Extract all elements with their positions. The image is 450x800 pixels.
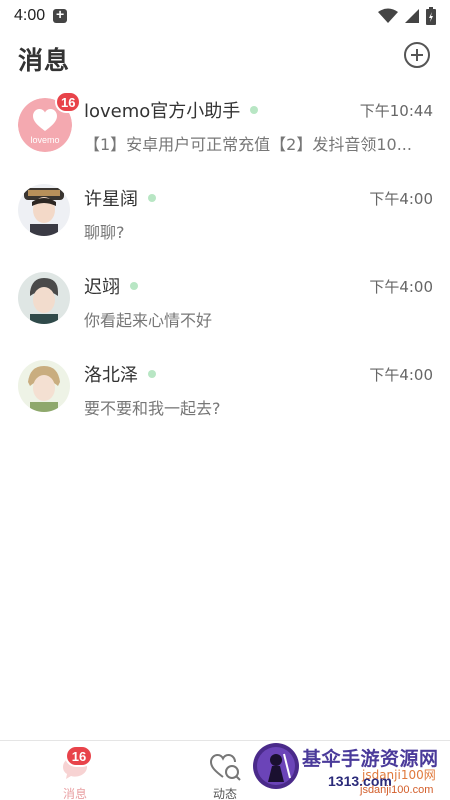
heart-search-icon xyxy=(209,753,241,781)
avatar-luo-beize xyxy=(18,360,70,412)
conversation-time: 下午4:00 xyxy=(369,278,433,296)
character-portrait-icon xyxy=(18,272,70,324)
page-title: 消息 xyxy=(18,46,71,75)
nav-tab-messages[interactable]: 16 消息 xyxy=(35,745,115,800)
nav-unread-badge: 16 xyxy=(65,745,93,767)
conversation-name-text: lovemo官方小助手 xyxy=(84,101,241,122)
watermark-url: jsdanji100.com xyxy=(360,784,434,796)
conversation-name: 洛北泽 xyxy=(84,361,156,387)
avatar-xu-xingkuo xyxy=(18,184,70,236)
conversation-preview: 【1】安卓用户可正常充值【2】发抖音领10... xyxy=(84,135,412,154)
conversation-time: 下午4:00 xyxy=(369,366,433,384)
unread-badge: 16 xyxy=(55,91,82,113)
conversation-preview: 要不要和我一起去? xyxy=(84,399,221,418)
online-status-dot xyxy=(250,106,259,114)
online-status-dot xyxy=(148,370,156,378)
conversation-preview: 你看起来心情不好 xyxy=(84,311,213,330)
online-status-dot xyxy=(130,282,138,290)
conversation-item-official-assistant[interactable]: lovemo 16 lovemo官方小助手 下午10:44 【1】安卓用户可正常… xyxy=(0,88,450,176)
conversation-name-text: 迟翊 xyxy=(84,277,120,298)
watermark-logo-icon xyxy=(253,743,299,789)
header: 消息 xyxy=(0,32,450,84)
status-right xyxy=(378,7,436,25)
screen: 4:00 消息 xyxy=(0,0,450,800)
notification-icon xyxy=(53,6,68,23)
conversation-time: 下午4:00 xyxy=(369,190,433,208)
conversation-name-text: 许星阔 xyxy=(84,189,138,210)
wifi-icon xyxy=(378,8,398,23)
conversation-name: 许星阔 xyxy=(84,185,156,211)
status-time: 4:00 xyxy=(14,7,46,24)
conversation-item-xu-xingkuo[interactable]: 许星阔 下午4:00 聊聊? xyxy=(0,176,450,264)
conversation-list: lovemo 16 lovemo官方小助手 下午10:44 【1】安卓用户可正常… xyxy=(0,88,450,440)
conversation-preview: 聊聊? xyxy=(84,223,125,242)
character-portrait-icon xyxy=(18,184,70,236)
watermark: 基伞手游资源网 jsdanji100网 1313.com jsdanji100.… xyxy=(250,740,450,800)
battery-charging-icon xyxy=(426,7,436,25)
conversation-item-chi-yi[interactable]: 迟翊 下午4:00 你看起来心情不好 xyxy=(0,264,450,352)
conversation-name-text: 洛北泽 xyxy=(84,365,138,386)
online-status-dot xyxy=(148,194,156,202)
avatar-chi-yi xyxy=(18,272,70,324)
nav-label-messages: 消息 xyxy=(62,787,87,800)
conversation-name: 迟翊 xyxy=(84,273,138,299)
signal-icon xyxy=(405,9,419,23)
conversation-item-luo-beize[interactable]: 洛北泽 下午4:00 要不要和我一起去? xyxy=(0,352,450,440)
conversation-name: lovemo官方小助手 xyxy=(84,97,259,123)
add-button[interactable] xyxy=(404,42,430,68)
conversation-time: 下午10:44 xyxy=(359,102,433,120)
character-portrait-icon xyxy=(18,360,70,412)
svg-text:lovemo: lovemo xyxy=(30,135,59,145)
status-left: 4:00 xyxy=(14,6,68,25)
status-bar: 4:00 xyxy=(0,0,450,32)
